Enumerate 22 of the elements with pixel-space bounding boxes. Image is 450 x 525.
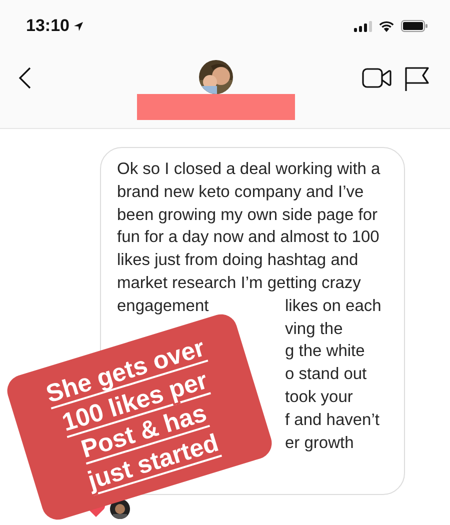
message-text: brand new keto company and I’ve [117,182,364,201]
signal-icon [354,20,372,32]
message-text: took your [285,386,354,408]
message-text: f and haven’t [285,410,380,431]
message-text: market research I’m getting crazy [117,274,361,292]
message-text: ving the [285,318,344,340]
status-time: 13:10 [26,16,70,36]
location-arrow-icon [73,20,84,32]
message-text: g the white [285,341,366,362]
message-text: likes just from doing hashtag and [117,251,358,270]
message-text: engagement [117,296,210,317]
message-text: Ok so I closed a deal working with a [117,160,380,178]
message-text: fun for a day now and almost to 100 [117,228,380,246]
message-text: o stand out [285,364,368,386]
flag-icon[interactable] [404,66,430,92]
video-camera-icon[interactable] [362,66,392,90]
battery-icon [401,20,428,32]
wifi-icon [378,20,395,32]
message-text: er growth [285,432,355,454]
message-text: been growing my own side page for [117,206,378,224]
message-text: likes on each [285,296,382,317]
back-icon[interactable] [18,66,32,90]
